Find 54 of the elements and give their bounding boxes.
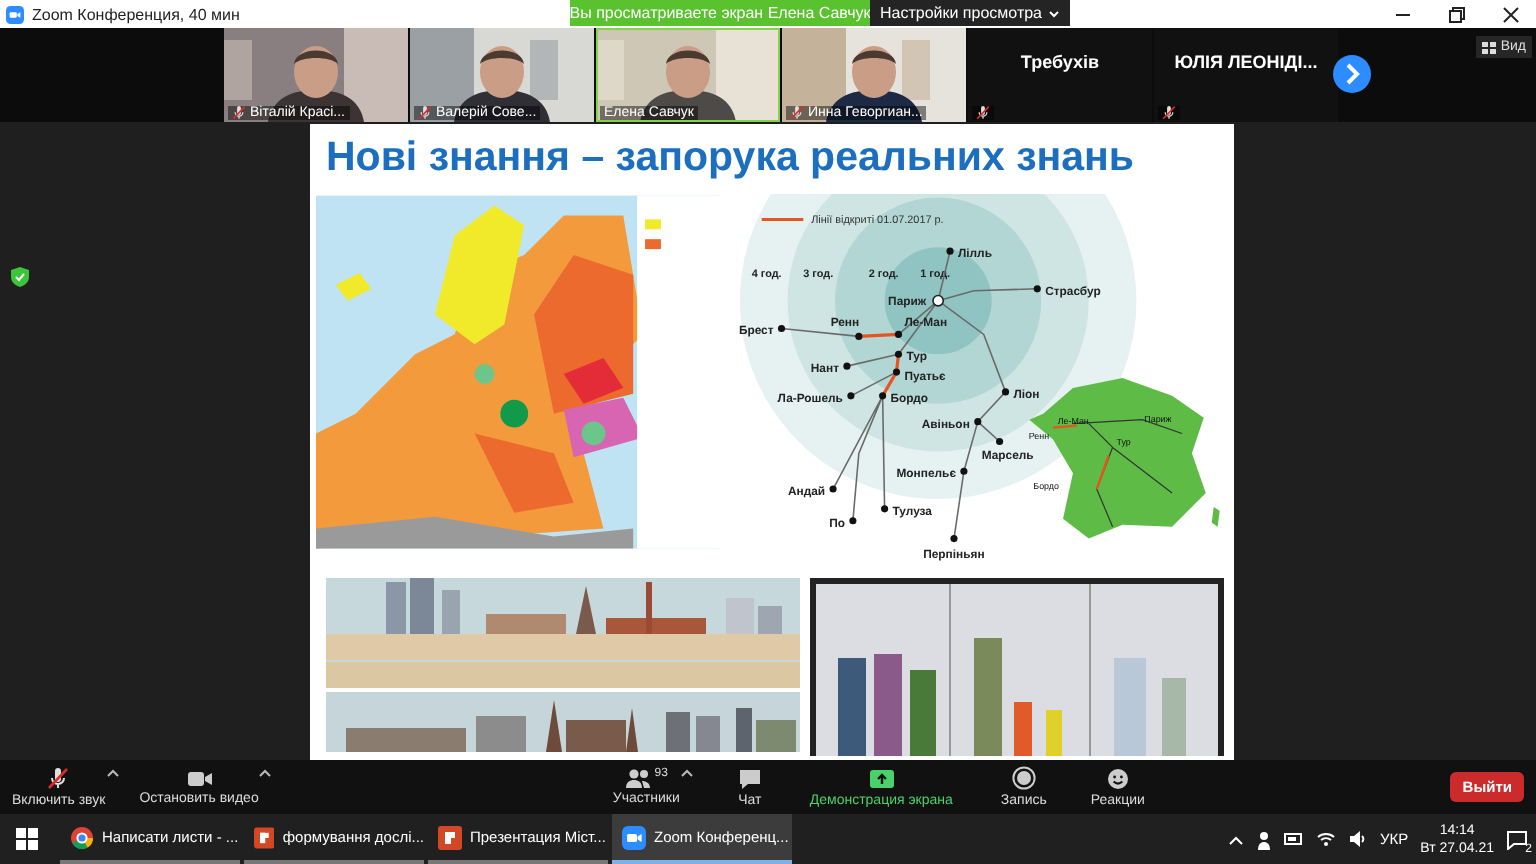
camera-icon — [185, 768, 214, 788]
participant-name: ЮЛІЯ ЛЕОНІДІ... — [1172, 52, 1320, 72]
next-page-button[interactable] — [1332, 54, 1372, 94]
chevron-up-icon[interactable] — [1228, 833, 1245, 845]
zoom-logo-icon — [622, 825, 646, 849]
station-dot — [1034, 285, 1042, 293]
station-dot — [893, 368, 901, 376]
smiley-icon — [1105, 766, 1130, 790]
station-dot — [855, 332, 863, 340]
close-icon[interactable] — [1502, 5, 1520, 23]
station-dot — [849, 517, 857, 525]
chat-icon — [737, 767, 762, 789]
record-icon — [1011, 766, 1036, 790]
slides-app-icon — [438, 825, 462, 849]
share-notice: Вы просматриваете экран Елена Савчук — [570, 0, 870, 26]
speaker-icon[interactable] — [1348, 830, 1369, 848]
capital-marker — [932, 294, 945, 307]
caret-icon[interactable] — [105, 768, 120, 778]
station-dot — [843, 362, 851, 370]
chrome-icon — [70, 825, 94, 849]
caret-icon[interactable] — [258, 768, 273, 778]
station-dot — [895, 330, 903, 338]
station-dot — [879, 392, 887, 400]
station-dot — [881, 505, 889, 513]
zoom-logo-icon — [6, 5, 24, 23]
person-icon[interactable] — [1256, 829, 1273, 849]
participant-name: Требухів — [1018, 52, 1102, 72]
station-dot — [950, 535, 958, 543]
slide-title: Нові знання – запорука реальних знань — [326, 132, 1137, 184]
people-icon — [624, 768, 653, 788]
windows-start-icon[interactable] — [15, 828, 37, 850]
shield-icon — [10, 266, 30, 288]
restore-icon[interactable] — [1448, 5, 1466, 23]
station-dot — [946, 247, 954, 255]
legend-line — [762, 217, 804, 221]
station-dot — [895, 350, 903, 358]
caret-icon — [1048, 9, 1060, 17]
view-options-button[interactable]: Настройки просмотра — [870, 0, 1070, 26]
share-screen-icon — [867, 767, 896, 789]
station-dot — [974, 418, 982, 426]
station-dot — [847, 392, 855, 400]
station-dot — [778, 324, 786, 333]
station-dot — [996, 437, 1004, 446]
slides-app-icon — [254, 825, 275, 849]
notification-icon[interactable] — [1506, 829, 1528, 849]
station-dot — [1002, 388, 1010, 396]
station-dot — [829, 485, 838, 493]
window-title: Zoom Конференция, 40 мин — [32, 5, 240, 23]
grid-icon — [1482, 41, 1497, 53]
caret-icon[interactable] — [679, 768, 694, 778]
wifi-icon[interactable] — [1316, 830, 1337, 848]
station-dot — [960, 467, 968, 475]
battery-icon[interactable] — [1284, 830, 1305, 848]
corsica-island — [1212, 506, 1221, 527]
